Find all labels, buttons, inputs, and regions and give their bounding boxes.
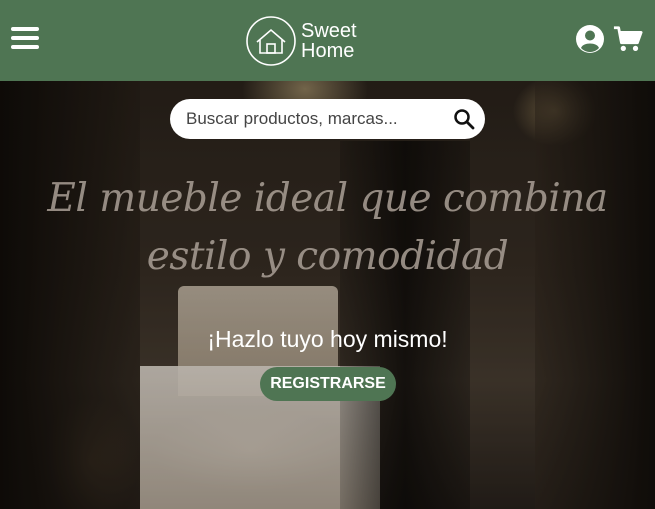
search-input[interactable] — [184, 108, 443, 130]
register-button[interactable]: REGISTRARSE — [260, 367, 396, 401]
menu-bar — [11, 45, 39, 49]
brand-line1: Sweet — [301, 20, 357, 42]
nav-actions — [575, 24, 643, 54]
menu-bar — [11, 36, 39, 40]
navbar: Sweet Home — [0, 0, 655, 81]
brand-name: Sweet Home — [301, 21, 357, 61]
hero-headline: El mueble ideal que combina estilo y com… — [0, 170, 655, 286]
shopping-cart-icon[interactable] — [613, 24, 643, 54]
menu-bar — [11, 27, 39, 31]
hero-section — [0, 81, 655, 509]
brand-line2: Home — [301, 40, 355, 62]
search-icon[interactable] — [453, 108, 475, 130]
brand-logo[interactable]: Sweet Home — [245, 14, 357, 68]
search-bar — [170, 99, 485, 139]
menu-icon[interactable] — [11, 24, 39, 52]
hero-headline-line1: El mueble ideal que combina — [47, 176, 608, 221]
hero-overlay — [0, 81, 655, 509]
hero-cta-text: ¡Hazlo tuyo hoy mismo! — [207, 326, 448, 352]
house-logo-icon — [246, 16, 296, 66]
user-account-icon[interactable] — [575, 24, 605, 54]
hero-headline-line2: estilo y comodidad — [146, 234, 509, 279]
